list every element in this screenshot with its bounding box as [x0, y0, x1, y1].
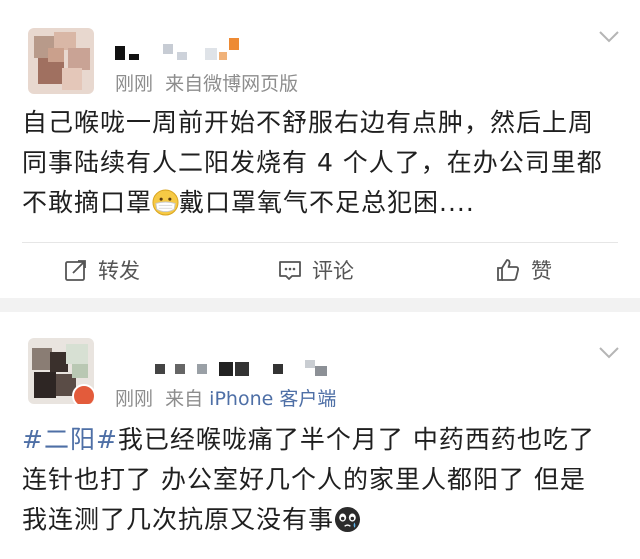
divider: [22, 242, 618, 243]
post-source-link[interactable]: iPhone 客户端: [209, 388, 336, 410]
repost-button[interactable]: 转发: [64, 256, 140, 284]
post-line: #二阳#我已经喉咙痛了半个月了 中药西药也吃了: [22, 425, 595, 454]
post-line: 同事陆续有人二阳发烧有 4 个人了，在办公司里都: [22, 148, 603, 177]
post-card: 刚刚 来自 iPhone 客户端 #二阳#我已经喉咙痛了半个月了 中药西药也吃了…: [0, 312, 640, 559]
post-line: 不敢摘口罩 戴口罩氧气不足总犯困....: [22, 188, 475, 217]
post-line: 自己喉咙一周前开始不舒服右边有点肿，然后上周: [22, 108, 595, 137]
post-line: 我连测了几次抗原又没有事: [22, 500, 622, 540]
mask-face-icon: [152, 189, 179, 216]
post-time: 刚刚: [115, 73, 154, 95]
chevron-down-icon[interactable]: [598, 30, 620, 44]
post-text: #二阳#我已经喉咙痛了半个月了 中药西药也吃了 连针也打了 办公室好几个人的家里…: [22, 420, 622, 540]
thumbs-up-icon: [497, 259, 519, 281]
post-meta: 刚刚 来自微博网页版: [115, 69, 298, 96]
post-text: 自己喉咙一周前开始不舒服右边有点肿，然后上周 同事陆续有人二阳发烧有 4 个人了…: [22, 103, 622, 223]
post-line: 连针也打了 办公室好几个人的家里人都阳了 但是: [22, 465, 586, 494]
chevron-down-icon[interactable]: [598, 346, 620, 360]
repost-label: 转发: [98, 259, 140, 283]
comment-icon: [279, 261, 301, 280]
crying-face-icon: [334, 506, 361, 533]
repost-icon: [65, 260, 86, 281]
comment-label: 评论: [312, 259, 354, 283]
action-bar: 转发 评论 赞: [0, 244, 640, 294]
comment-button[interactable]: 评论: [278, 256, 354, 284]
post-source-prefix: 来自: [165, 388, 204, 410]
like-label: 赞: [531, 259, 552, 283]
post-source: 来自微博网页版: [165, 73, 299, 95]
avatar[interactable]: [28, 28, 94, 94]
post-time: 刚刚: [115, 388, 154, 410]
hashtag-link[interactable]: #二阳#: [22, 425, 118, 454]
like-button[interactable]: 赞: [495, 256, 552, 284]
avatar[interactable]: [28, 338, 94, 404]
post-meta: 刚刚 来自 iPhone 客户端: [115, 384, 336, 411]
verified-badge-icon: [72, 384, 94, 404]
post-card: 刚刚 来自微博网页版 自己喉咙一周前开始不舒服右边有点肿，然后上周 同事陆续有人…: [0, 0, 640, 298]
